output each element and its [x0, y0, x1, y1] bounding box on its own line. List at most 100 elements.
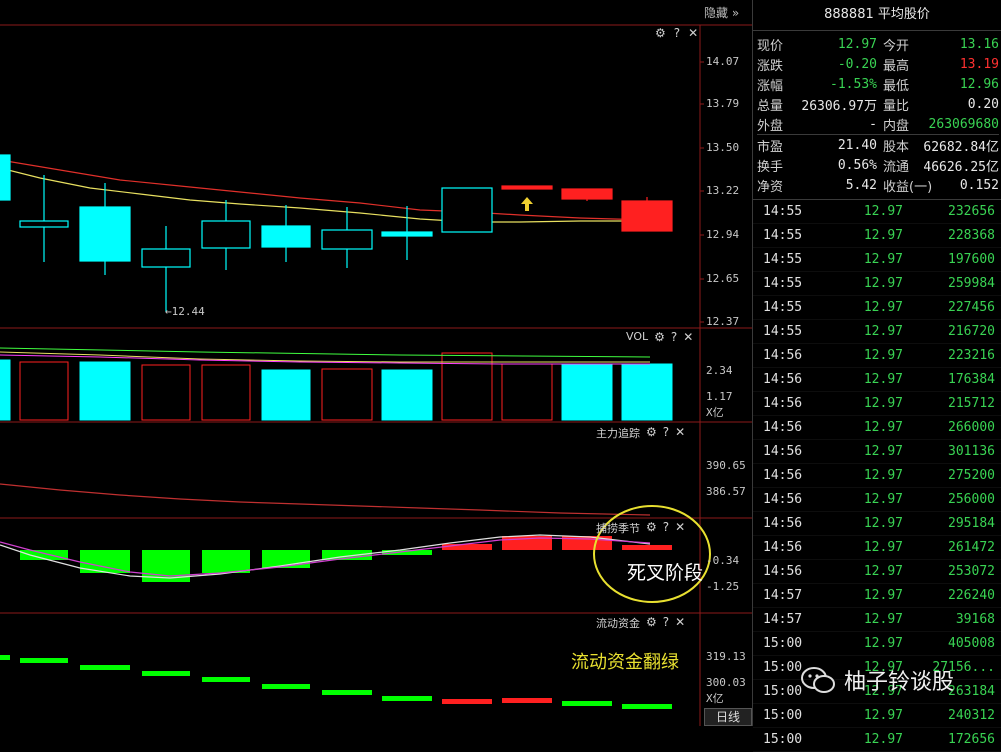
hide-button[interactable]: 隐藏 » — [704, 4, 739, 21]
tick-row: 14:56 12.97 223216 — [753, 344, 1001, 368]
tick-volume: 301136 — [948, 444, 995, 459]
quote-label: 外盘 — [757, 118, 784, 134]
help-icon[interactable]: ? — [671, 330, 677, 344]
quote-label: 净资 — [757, 179, 784, 195]
candle-body — [501, 185, 553, 190]
tick-row: 14:55 12.97 228368 — [753, 224, 1001, 248]
vol-ma-line-3 — [0, 347, 651, 358]
price-tick: 13.50 — [706, 141, 740, 154]
flow-bar — [262, 684, 310, 689]
season-tick: -1.25 — [706, 580, 740, 593]
tick-price: 12.97 — [863, 396, 903, 411]
candle-body — [19, 220, 69, 228]
tick-price: 12.97 — [863, 348, 903, 363]
tick-price: 12.97 — [863, 540, 903, 555]
help-icon[interactable]: ? — [663, 520, 669, 536]
tick-price: 12.97 — [863, 228, 903, 243]
quote-label: 最高 — [883, 58, 910, 74]
settings-gear-icon[interactable]: ⚙ — [646, 425, 657, 441]
tick-volume: 227456 — [948, 300, 995, 315]
quote-value: 0.152 — [959, 177, 999, 193]
price-tick: 12.37 — [706, 315, 740, 328]
flow-bar — [0, 655, 10, 660]
tick-volume: 259984 — [948, 276, 995, 291]
tick-time: 14:57 — [763, 612, 803, 627]
candle-body — [321, 229, 373, 250]
close-icon[interactable]: ✕ — [675, 615, 685, 631]
tick-time: 14:56 — [763, 468, 803, 483]
quote-row: 外盘 - 内盘 263069680 — [757, 114, 999, 134]
tick-time: 14:55 — [763, 324, 803, 339]
help-icon[interactable]: ? — [663, 615, 669, 631]
volume-bar — [501, 363, 553, 421]
candle-body — [0, 154, 11, 201]
flow-bar — [382, 696, 432, 701]
quote-label: 最低 — [883, 78, 910, 94]
tick-volume: 176384 — [948, 372, 995, 387]
flow-bar — [322, 690, 372, 695]
tick-time: 14:56 — [763, 420, 803, 435]
candle-body — [441, 187, 493, 233]
tick-price: 12.97 — [863, 708, 903, 723]
quote-label: 市盈 — [757, 139, 784, 155]
help-icon[interactable]: ? — [663, 425, 669, 441]
flow-bar — [142, 671, 190, 676]
tick-row: 14:56 12.97 176384 — [753, 368, 1001, 392]
price-tick: 13.79 — [706, 97, 740, 110]
help-icon[interactable]: ? — [674, 26, 680, 40]
volume-bar — [261, 369, 311, 421]
close-icon[interactable]: ✕ — [683, 330, 693, 344]
tick-row: 14:56 12.97 275200 — [753, 464, 1001, 488]
flow-bar — [502, 698, 552, 703]
period-tab-label: 日线 — [715, 710, 740, 724]
season-bar — [202, 550, 250, 573]
mainforce-tick: 390.65 — [706, 459, 746, 472]
quote-label: 收益(一) — [883, 179, 933, 195]
close-icon[interactable]: ✕ — [675, 425, 685, 441]
tick-volume: 266000 — [948, 420, 995, 435]
tick-row: 14:55 12.97 197600 — [753, 248, 1001, 272]
tick-time: 14:57 — [763, 588, 803, 603]
quote-value: 21.40 — [837, 137, 877, 153]
tick-volume: 232656 — [948, 204, 995, 219]
close-icon[interactable]: ✕ — [688, 26, 698, 40]
settings-gear-icon[interactable]: ⚙ — [655, 26, 666, 40]
close-icon[interactable]: ✕ — [675, 520, 685, 536]
tick-row: 14:55 12.97 232656 — [753, 200, 1001, 224]
flow-bar — [562, 701, 612, 706]
quote-row: 涨幅 -1.53% 最低 12.96 — [757, 74, 999, 94]
tick-row: 14:57 12.97 39168 — [753, 608, 1001, 632]
quote-label: 现价 — [757, 38, 784, 54]
season-title: 捕捞季节 — [596, 522, 640, 535]
quote-value: - — [869, 116, 877, 132]
flow-bar — [202, 677, 250, 682]
tick-price: 12.97 — [863, 444, 903, 459]
settings-gear-icon[interactable]: ⚙ — [654, 330, 665, 344]
candle-body — [79, 206, 131, 262]
volume-bar — [201, 364, 251, 421]
tick-price: 12.97 — [863, 252, 903, 267]
mainforce-panel-header: 主力追踪 ⚙ ? ✕ — [596, 425, 685, 441]
tick-price: 12.97 — [863, 372, 903, 387]
flow-bar — [80, 665, 130, 670]
quote-value: 0.20 — [967, 96, 999, 112]
settings-gear-icon[interactable]: ⚙ — [646, 615, 657, 631]
tick-time: 14:56 — [763, 540, 803, 555]
tick-time: 14:56 — [763, 516, 803, 531]
tick-time: 14:55 — [763, 252, 803, 267]
volume-bar — [321, 368, 373, 421]
volume-bar — [561, 363, 613, 421]
period-tab-daily[interactable]: 日线 — [704, 708, 752, 726]
double-chevron-right-icon: » — [731, 6, 740, 20]
quote-label: 涨跌 — [757, 58, 784, 74]
kline-chart-area[interactable]: 隐藏 » ⚙ ? ✕ 14.07 13.79 13.50 13.22 12.94… — [0, 0, 752, 726]
quote-header: 888881 平均股价 — [753, 0, 1001, 31]
tick-volume: 253072 — [948, 564, 995, 579]
volume-bar — [0, 359, 11, 421]
quote-value: 12.97 — [837, 36, 877, 52]
candle-body — [261, 225, 311, 248]
settings-gear-icon[interactable]: ⚙ — [646, 520, 657, 536]
tick-volume: 275200 — [948, 468, 995, 483]
season-panel-header: 捕捞季节 ⚙ ? ✕ — [596, 520, 685, 536]
tick-row: 15:00 12.97 240312 — [753, 704, 1001, 728]
